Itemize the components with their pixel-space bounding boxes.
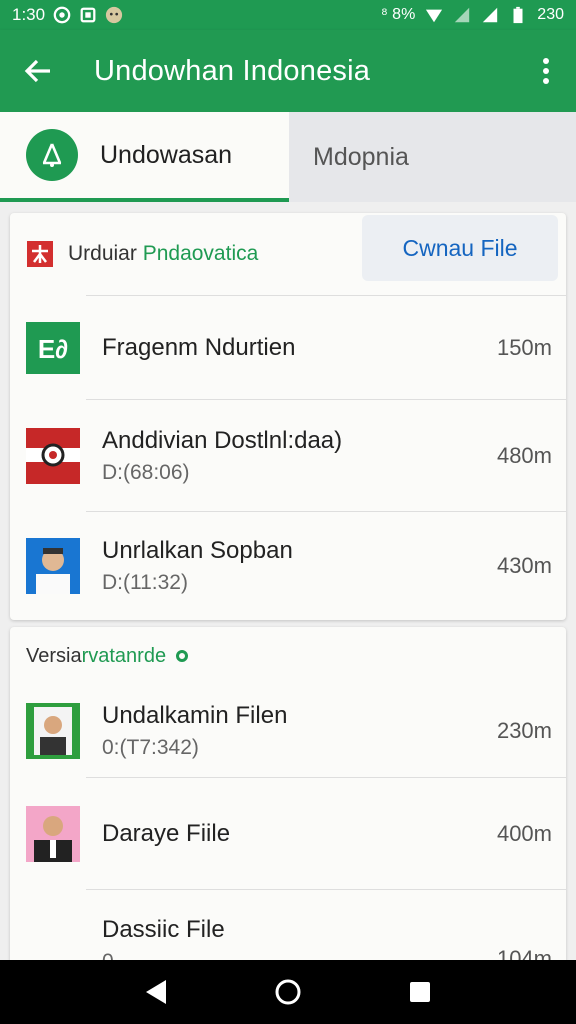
file-duration: 0:(T7:342) — [102, 736, 199, 759]
tab-label: Mdopnia — [313, 142, 409, 171]
version-list-card: Versia rvatanrde Undalkamin Filen 0:(T7:3… — [10, 627, 566, 973]
file-size: 230m — [496, 718, 552, 743]
document-thumbnail: E∂ — [26, 321, 80, 374]
file-size: 480m — [496, 442, 552, 468]
tab-label: Undowasan — [100, 140, 233, 169]
tab-mdopnia[interactable]: Mdopnia — [289, 112, 576, 202]
circle-home-icon — [275, 979, 301, 1005]
nav-back-button[interactable] — [136, 972, 176, 1012]
bell-icon — [26, 129, 78, 181]
sync-icon — [53, 6, 71, 24]
signal-icon-2 — [483, 7, 498, 23]
flag-icon — [27, 241, 53, 267]
file-name: Daraye Fiile — [102, 819, 231, 847]
system-nav-bar — [0, 960, 576, 1024]
section-header-highlight: rvatanrde — [81, 644, 167, 667]
file-name: Anddivian Dostlnl:daa) — [102, 426, 343, 454]
file-size: 400m — [496, 820, 552, 846]
status-bar: 1:30 ⁸ 8% 230 — [0, 0, 576, 30]
battery-percent: ⁸ 8% — [380, 6, 416, 23]
app-bar: Undowhan Indonesia — [0, 30, 576, 112]
notification-icon — [80, 7, 96, 23]
triangle-back-icon — [146, 980, 166, 1004]
app-notification-icon — [105, 6, 123, 24]
file-name: Dassiic File — [102, 916, 225, 943]
signal-icon — [455, 7, 470, 23]
back-button[interactable] — [0, 30, 76, 112]
status-dot-icon — [176, 650, 189, 662]
section-header: Versia rvatanrde — [10, 627, 566, 685]
file-size: 430m — [496, 552, 552, 578]
file-list-card: Urduiar Pndaovatica Cwnau File E∂ Fragen… — [10, 213, 566, 620]
file-name: Undalkamin Filen — [102, 702, 288, 729]
square-recents-icon — [410, 982, 430, 1002]
section-header-prefix: Versia — [26, 644, 82, 667]
page-title: Undowhan Indonesia — [94, 54, 371, 87]
list-item[interactable]: Anddivian Dostlnl:daa) D:(68:06) 480m — [26, 399, 566, 511]
battery-icon — [513, 6, 523, 24]
portrait-thumbnail — [26, 703, 80, 759]
list-item[interactable]: Unrlalkan Sopban D:(11:32) 430m — [26, 511, 566, 619]
list-item[interactable]: E∂ Fragenm Ndurtien 150m — [26, 295, 566, 399]
tab-bar: Undowasan Mdopnia — [0, 112, 576, 202]
wifi-icon — [426, 9, 443, 23]
file-duration: D:(11:32) — [102, 570, 188, 594]
nav-recents-button[interactable] — [400, 972, 440, 1012]
file-duration: D:(68:06) — [102, 460, 190, 484]
portrait-thumbnail — [26, 537, 80, 594]
card-header-label: Urduiar Pndaovatica — [68, 242, 259, 265]
tab-undowasan[interactable]: Undowasan — [0, 112, 289, 202]
arrow-back-icon — [24, 59, 50, 83]
flag-thumbnail — [26, 427, 80, 484]
file-size: 150m — [496, 334, 552, 360]
svg-text:E∂: E∂ — [38, 334, 68, 364]
nav-home-button[interactable] — [268, 972, 308, 1012]
file-name: Fragenm Ndurtien — [102, 333, 296, 361]
list-item[interactable]: Undalkamin Filen 0:(T7:342) 230m — [26, 685, 566, 777]
download-file-button[interactable]: Cwnau File — [362, 215, 558, 281]
card-header: Urduiar Pndaovatica Cwnau File — [10, 213, 566, 295]
more-options-button[interactable] — [516, 30, 576, 112]
portrait-thumbnail — [26, 805, 80, 862]
list-item[interactable]: Daraye Fiile 400m — [26, 777, 566, 889]
more-vert-icon — [543, 58, 549, 84]
status-clock: 230 — [537, 6, 564, 23]
file-name: Unrlalkan Sopban — [102, 536, 293, 564]
status-time: 1:30 — [12, 5, 46, 24]
